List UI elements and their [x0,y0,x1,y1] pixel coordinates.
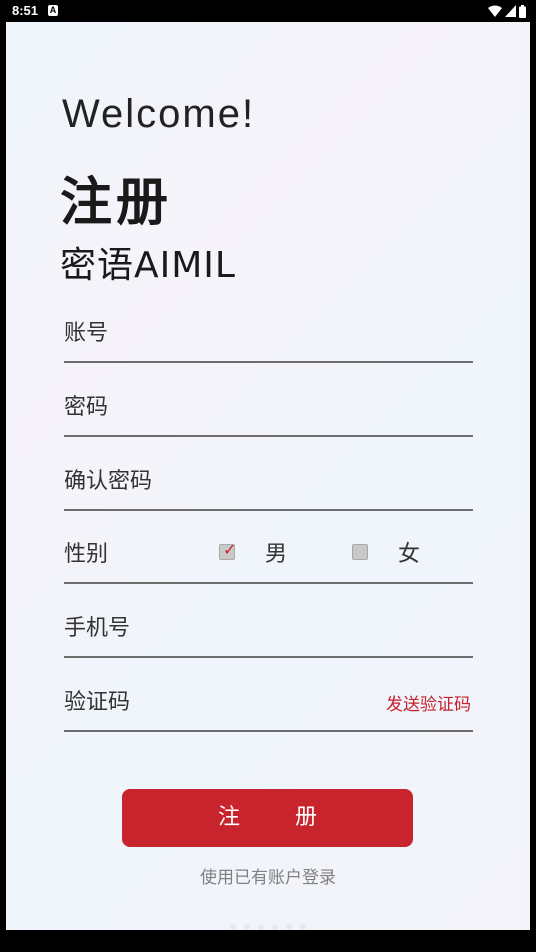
notification-icon: A [48,5,58,16]
indicator-dot [272,924,278,930]
welcome-text: Welcome! [62,92,256,136]
navigation-bar [0,930,536,952]
check-icon: ✓ [223,540,237,559]
code-input[interactable] [64,680,358,732]
confirm-password-input[interactable] [64,459,477,511]
indicator-dot [258,924,264,930]
gender-male-checkbox[interactable]: ✓ [219,540,237,560]
page-title: 注册 [60,173,173,233]
wifi-icon [488,5,502,17]
status-time: 8:51 [12,3,39,18]
gender-female-checkbox[interactable] [352,544,368,560]
password-field[interactable]: 密码 [64,385,477,437]
login-link[interactable]: 使用已有账户登录 [0,863,536,888]
gender-male-label: 男 [265,542,288,567]
code-field: 验证码 发送验证码 [64,680,473,732]
battery-icon [519,4,526,18]
phone-input[interactable] [64,606,477,658]
indicator-dot [286,924,292,930]
status-icons [488,4,526,18]
gender-male-option[interactable]: ✓ 男 [219,536,287,568]
phone-field[interactable]: 手机号 [64,606,477,658]
status-bar: 8:51 A [0,0,536,22]
send-code-button[interactable]: 发送验证码 [386,690,471,715]
page-indicator [230,924,306,930]
password-input[interactable] [64,385,477,437]
app-subtitle: 密语AIMIL [60,245,236,286]
gender-row: 性别 ✓ 男 女 [64,532,473,584]
indicator-dot [244,924,250,930]
gender-female-option[interactable]: 女 [352,536,420,568]
indicator-dot [230,924,236,930]
gender-female-label: 女 [398,542,421,567]
confirm-password-field[interactable]: 确认密码 [64,459,477,511]
account-input[interactable] [64,311,477,363]
indicator-dot [300,924,306,930]
register-button[interactable]: 注 册 [122,789,413,847]
account-field[interactable]: 账号 [64,311,477,363]
gender-label: 性别 [64,542,109,567]
signal-icon [505,5,516,17]
